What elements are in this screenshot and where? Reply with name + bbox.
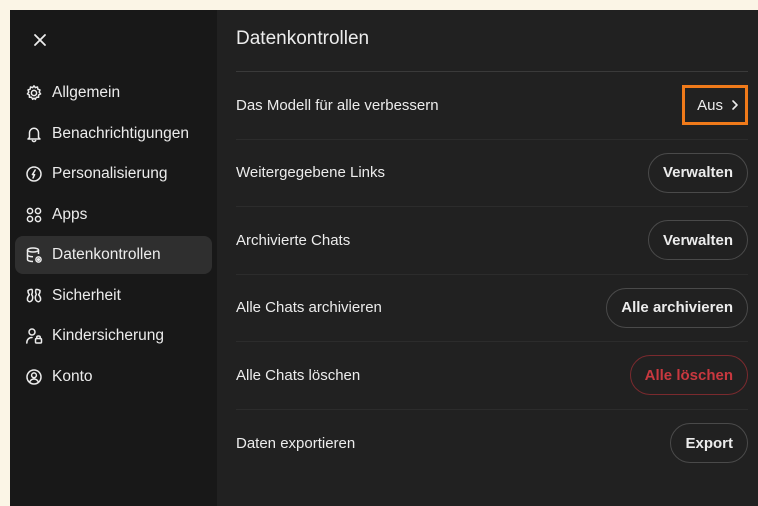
sidebar-item-kindersicherung[interactable]: Kindersicherung	[15, 317, 212, 355]
setting-label: Alle Chats löschen	[236, 366, 361, 384]
close-icon	[34, 34, 46, 46]
sidebar-item-label: Konto	[52, 367, 93, 385]
setting-label: Weitergegebene Links	[236, 164, 385, 182]
sidebar-item-sicherheit[interactable]: Sicherheit	[15, 277, 212, 315]
setting-row-delete-all: Alle Chats löschen Alle löschen	[236, 342, 748, 410]
gear-icon	[25, 84, 43, 102]
sidebar-item-label: Apps	[52, 205, 88, 223]
setting-row-improve-model: Das Modell für alle verbessern Aus	[236, 72, 748, 140]
apps-grid-icon	[25, 206, 43, 224]
archive-all-button[interactable]: Alle archivieren	[606, 287, 748, 328]
personalization-icon	[25, 165, 43, 183]
settings-nav: Allgemein Benachrichtigungen Personalisi…	[15, 74, 212, 398]
manage-shared-links-button[interactable]: Verwalten	[647, 152, 748, 193]
database-icon	[25, 246, 43, 264]
sidebar-item-label: Benachrichtigungen	[52, 124, 190, 142]
sidebar-item-label: Kindersicherung	[52, 327, 165, 344]
settings-sidebar: Allgemein Benachrichtigungen Personalisi…	[10, 10, 217, 506]
settings-dialog: Allgemein Benachrichtigungen Personalisi…	[10, 10, 758, 506]
sidebar-item-label: Allgemein	[52, 84, 121, 101]
shield-icon	[25, 287, 43, 305]
sidebar-item-datenkontrollen[interactable]: Datenkontrollen	[15, 236, 212, 274]
sidebar-item-konto[interactable]: Konto	[15, 358, 212, 396]
setting-value: Aus	[697, 96, 723, 114]
setting-row-export: Daten exportieren Export	[236, 410, 748, 478]
sidebar-item-label: Sicherheit	[52, 286, 121, 304]
page-title: Datenkontrollen	[236, 28, 370, 49]
sidebar-item-label: Datenkontrollen	[52, 246, 161, 263]
setting-label: Das Modell für alle verbessern	[236, 96, 439, 114]
improve-model-toggle-button[interactable]: Aus	[682, 85, 748, 126]
delete-all-button[interactable]: Alle löschen	[629, 355, 748, 396]
setting-row-shared-links: Weitergegebene Links Verwalten	[236, 140, 748, 207]
account-icon	[25, 368, 43, 386]
setting-row-archive-all: Alle Chats archivieren Alle archivieren	[236, 275, 748, 342]
bell-icon	[25, 125, 43, 143]
chevron-right-icon	[731, 99, 739, 111]
manage-archived-chats-button[interactable]: Verwalten	[647, 220, 748, 261]
parental-control-icon	[25, 327, 43, 345]
setting-row-archived-chats: Archivierte Chats Verwalten	[236, 207, 748, 275]
sidebar-item-apps[interactable]: Apps	[15, 196, 212, 234]
settings-panel: Datenkontrollen Das Modell für alle verb…	[236, 10, 758, 506]
sidebar-item-personalisierung[interactable]: Personalisierung	[15, 155, 212, 193]
close-button[interactable]	[28, 28, 52, 52]
setting-label: Alle Chats archivieren	[236, 299, 382, 317]
sidebar-item-allgemein[interactable]: Allgemein	[15, 74, 212, 112]
settings-list: Das Modell für alle verbessern Aus Weite…	[236, 72, 748, 477]
sidebar-item-benachrichtigungen[interactable]: Benachrichtigungen	[15, 115, 212, 153]
setting-label: Daten exportieren	[236, 434, 356, 452]
sidebar-item-label: Personalisierung	[52, 165, 168, 182]
setting-label: Archivierte Chats	[236, 231, 351, 249]
export-button[interactable]: Export	[670, 423, 748, 464]
